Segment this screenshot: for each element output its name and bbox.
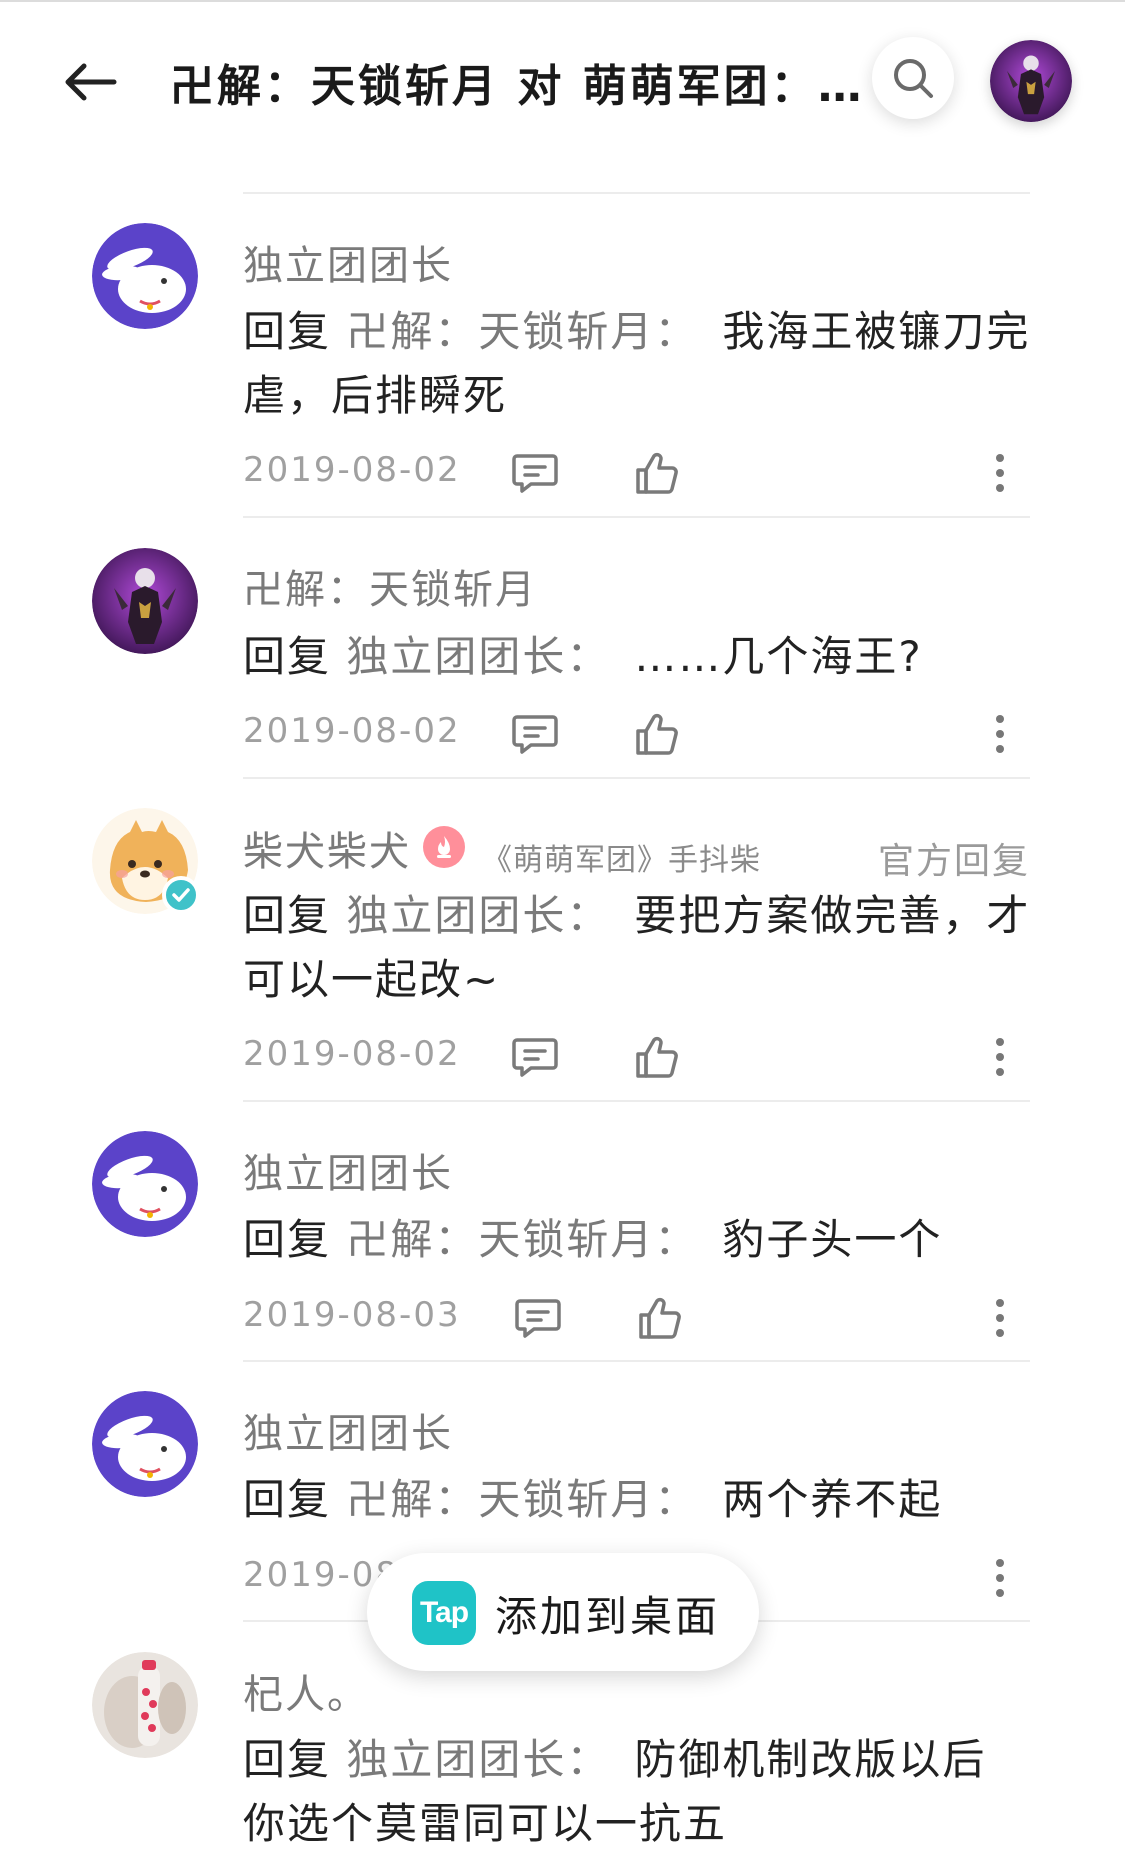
comment-body: 回复 独立团团长： 要把方案做完善，才可以一起改~: [243, 884, 1033, 1012]
search-button[interactable]: [872, 37, 954, 119]
reply-prefix: 回复: [243, 1735, 332, 1784]
arrow-left-icon: [65, 63, 117, 101]
more-options-icon[interactable]: [985, 1032, 1015, 1082]
avatar[interactable]: [92, 548, 198, 654]
rabbit-avatar-icon: [92, 1391, 198, 1497]
reply-target[interactable]: 卍解：天锁斩月: [346, 1475, 654, 1524]
reply-separator: ：: [654, 307, 699, 356]
divider: [243, 777, 1030, 779]
anime-character-avatar-icon: [92, 548, 198, 654]
comment-text: 两个养不起: [722, 1475, 943, 1524]
comment-date: 2019-08-02: [243, 1034, 461, 1074]
comment-text: ……几个海王?: [634, 632, 923, 681]
avatar[interactable]: [92, 223, 198, 329]
reply-separator: ：: [654, 1215, 699, 1264]
avatar[interactable]: [92, 1391, 198, 1497]
divider: [243, 516, 1030, 518]
comment-date: 2019-08-02: [243, 711, 461, 751]
like-icon[interactable]: [632, 709, 682, 759]
reply-prefix: 回复: [243, 1475, 332, 1524]
comment-author[interactable]: 独立团团长: [243, 1141, 453, 1199]
like-icon[interactable]: [635, 1293, 685, 1343]
reply-separator: ：: [654, 1475, 699, 1524]
more-options-icon[interactable]: [985, 1553, 1015, 1603]
add-to-desktop-button[interactable]: Tap 添加到桌面: [367, 1553, 759, 1671]
reply-target[interactable]: 卍解：天锁斩月: [346, 307, 654, 356]
reply-prefix: 回复: [243, 632, 332, 681]
official-reply-label: 官方回复: [877, 841, 1030, 882]
photo-avatar-icon: [92, 1652, 198, 1758]
rabbit-avatar-icon: [92, 1131, 198, 1237]
comment-body: 回复 卍解：天锁斩月： 我海王被镰刀完虐，后排瞬死: [243, 300, 1033, 428]
more-options-icon[interactable]: [985, 709, 1015, 759]
comment-author[interactable]: 杞人。: [243, 1662, 369, 1720]
divider: [243, 1360, 1030, 1362]
back-button[interactable]: [55, 47, 125, 117]
divider: [243, 1100, 1030, 1102]
more-options-icon[interactable]: [985, 1293, 1015, 1343]
reply-target[interactable]: 独立团团长: [346, 891, 566, 940]
reply-prefix: 回复: [243, 1215, 332, 1264]
comment-author[interactable]: 独立团团长: [243, 1401, 453, 1459]
reply-target[interactable]: 独立团团长: [346, 1735, 566, 1784]
reply-prefix: 回复: [243, 891, 332, 940]
more-options-icon[interactable]: [985, 448, 1015, 498]
comment-author[interactable]: 柴犬柴犬: [243, 819, 411, 877]
anime-character-avatar-icon: [990, 40, 1072, 122]
fire-badge-icon: [423, 826, 465, 868]
comment-body: 回复 独立团团长： 防御机制改版以后 你选个莫雷同可以一抗五: [243, 1728, 1033, 1856]
reply-target[interactable]: 卍解：天锁斩月: [346, 1215, 654, 1264]
comment-body: 回复 卍解：天锁斩月： 两个养不起: [243, 1468, 1033, 1532]
avatar[interactable]: [92, 1131, 198, 1237]
rabbit-avatar-icon: [92, 223, 198, 329]
comment-text: 豹子头一个: [722, 1215, 943, 1264]
top-bar: 卍解：天锁斩月 对 萌萌军团：新年版本的改进建议: [0, 2, 1125, 152]
comment-author[interactable]: 独立团团长: [243, 233, 453, 291]
reply-icon[interactable]: [510, 709, 560, 759]
comment-date: 2019-08-03: [243, 1295, 461, 1335]
reply-separator: ：: [566, 632, 611, 681]
reply-separator: ：: [566, 891, 611, 940]
reply-icon[interactable]: [510, 1032, 560, 1082]
user-title-tag: 《萌萌军团》手抖柴: [482, 843, 761, 878]
avatar[interactable]: [92, 1652, 198, 1758]
author-avatar[interactable]: [990, 40, 1072, 122]
reply-icon[interactable]: [510, 448, 560, 498]
add-to-desktop-label: 添加到桌面: [495, 1592, 721, 1641]
like-icon[interactable]: [632, 1032, 682, 1082]
divider: [243, 192, 1030, 194]
like-icon[interactable]: [632, 448, 682, 498]
reply-separator: ：: [566, 1735, 611, 1784]
comment-author[interactable]: 卍解：天锁斩月: [243, 557, 537, 615]
comment-date: 2019-08-02: [243, 450, 461, 490]
reply-target[interactable]: 独立团团长: [346, 632, 566, 681]
search-icon: [894, 59, 933, 98]
reply-prefix: 回复: [243, 307, 332, 356]
verified-badge-icon: [162, 876, 200, 914]
comment-body: 回复 卍解：天锁斩月： 豹子头一个: [243, 1208, 1033, 1272]
reply-icon[interactable]: [513, 1293, 563, 1343]
comment-body: 回复 独立团团长： ……几个海王?: [243, 625, 1033, 689]
tap-logo-icon: Tap: [412, 1581, 476, 1645]
page-title: 卍解：天锁斩月 对 萌萌军团：新年版本的改进建议: [170, 61, 875, 112]
